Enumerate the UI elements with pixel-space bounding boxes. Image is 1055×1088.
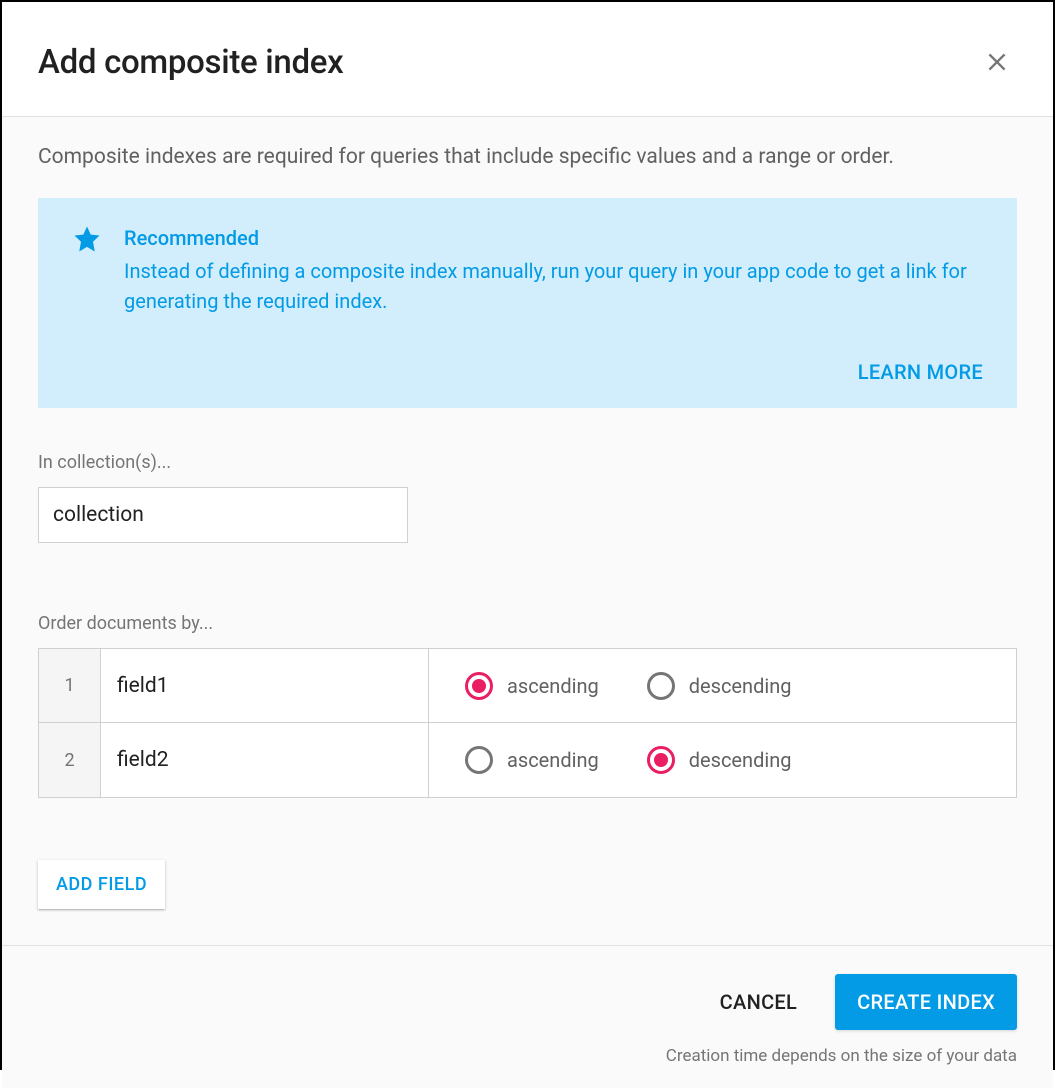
footer-note: Creation time depends on the size of you… [38, 1046, 1017, 1066]
field-name-input[interactable] [101, 649, 428, 722]
dialog-body: Composite indexes are required for queri… [2, 117, 1053, 945]
collection-label: In collection(s)... [38, 452, 1017, 473]
dialog-header: Add composite index [2, 2, 1053, 117]
cancel-button[interactable]: CANCEL [720, 990, 797, 1014]
learn-more-link[interactable]: LEARN MORE [858, 360, 983, 384]
order-table: 1 ascending descending 2 [38, 648, 1017, 798]
recommendation-box: Recommended Instead of defining a compos… [38, 198, 1017, 408]
radio-checked-icon [647, 746, 675, 774]
intro-text: Composite indexes are required for queri… [38, 143, 1017, 172]
recommendation-title: Recommended [124, 226, 983, 250]
close-button[interactable] [977, 42, 1017, 82]
radio-unchecked-icon [465, 746, 493, 774]
dialog-title: Add composite index [38, 43, 343, 82]
recommendation-text: Instead of defining a composite index ma… [124, 256, 983, 316]
collection-input[interactable] [38, 487, 408, 543]
row-number: 1 [39, 649, 101, 722]
radio-unchecked-icon [647, 672, 675, 700]
radio-checked-icon [465, 672, 493, 700]
radio-label: descending [689, 748, 792, 772]
descending-radio[interactable]: descending [647, 672, 792, 700]
ascending-radio[interactable]: ascending [465, 746, 599, 774]
row-number: 2 [39, 723, 101, 797]
radio-label: ascending [507, 674, 599, 698]
descending-radio[interactable]: descending [647, 746, 792, 774]
dialog-footer: CANCEL CREATE INDEX Creation time depend… [2, 945, 1053, 1088]
order-label: Order documents by... [38, 613, 1017, 634]
order-row: 1 ascending descending [39, 649, 1016, 723]
order-row: 2 ascending descending [39, 723, 1016, 797]
radio-label: descending [689, 674, 792, 698]
close-icon [984, 49, 1010, 75]
ascending-radio[interactable]: ascending [465, 672, 599, 700]
field-name-input[interactable] [101, 723, 428, 797]
star-icon [72, 224, 102, 316]
add-field-button[interactable]: ADD FIELD [38, 860, 165, 909]
create-index-button[interactable]: CREATE INDEX [835, 974, 1017, 1030]
radio-label: ascending [507, 748, 599, 772]
